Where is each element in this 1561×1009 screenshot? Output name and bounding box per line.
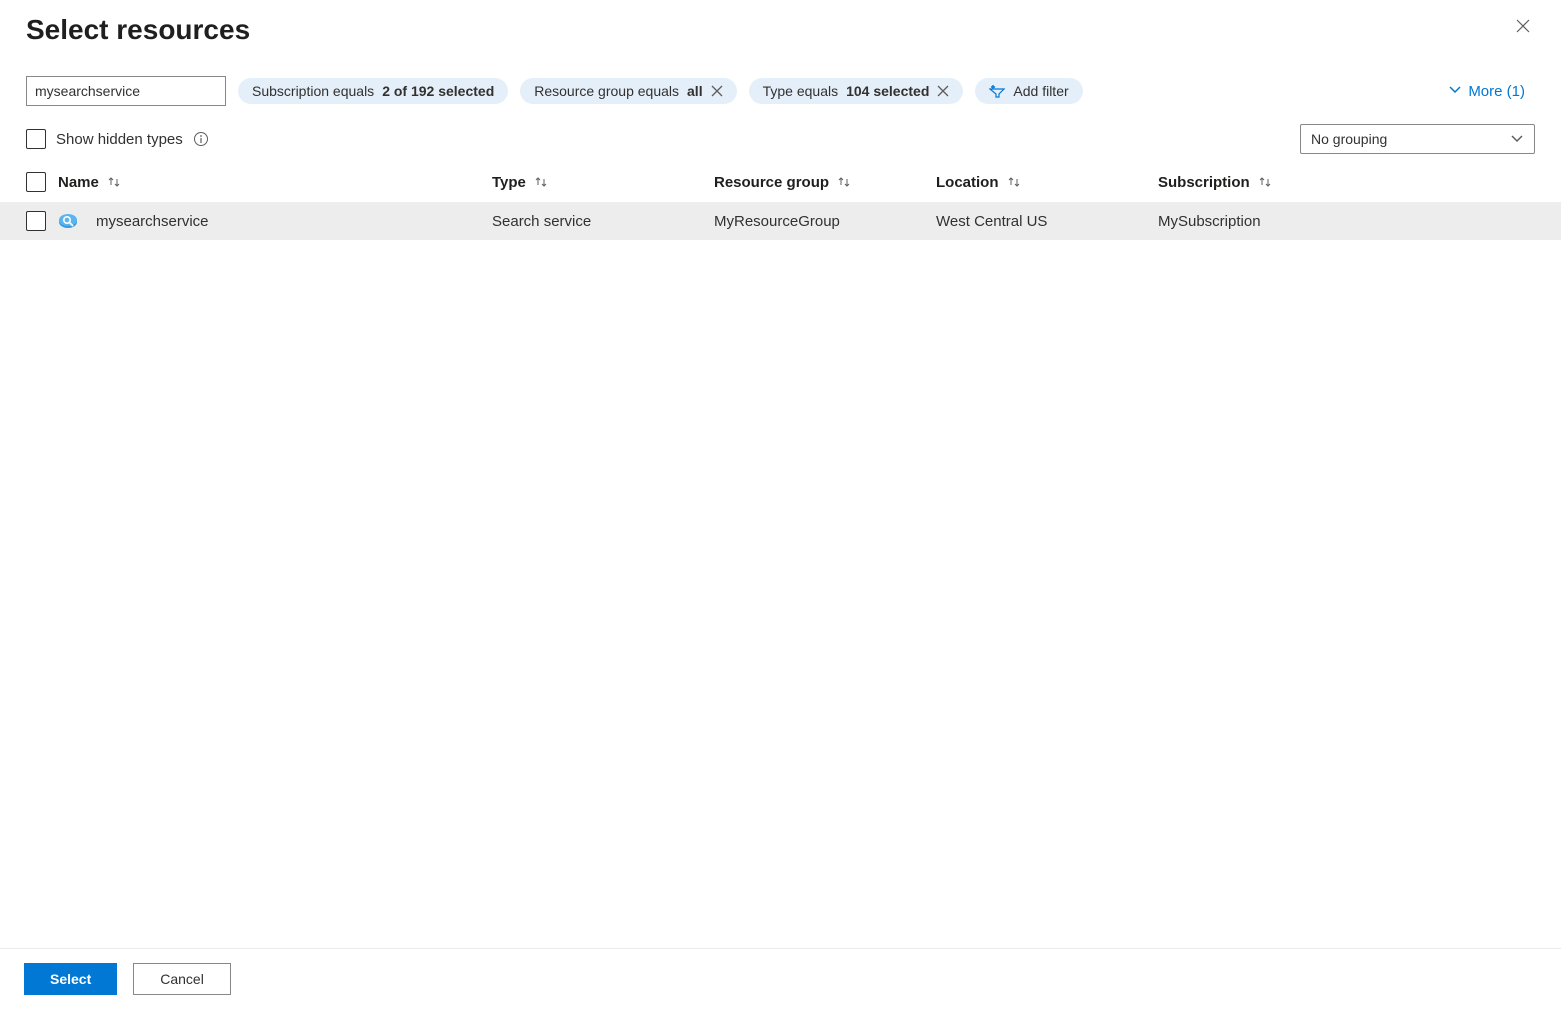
filter-pill-value: 104 selected <box>846 83 929 99</box>
column-header-name[interactable]: Name <box>58 174 492 191</box>
filter-pill-prefix: Resource group equals <box>534 83 679 99</box>
select-button[interactable]: Select <box>24 963 117 995</box>
grouping-dropdown[interactable]: No grouping <box>1300 124 1535 154</box>
column-header-type[interactable]: Type <box>492 174 714 191</box>
filter-pill-value: all <box>687 83 703 99</box>
cell-name: mysearchservice <box>96 213 209 230</box>
column-header-resource-group[interactable]: Resource group <box>714 174 936 191</box>
dismiss-icon[interactable] <box>711 85 723 97</box>
filter-pill-subscription[interactable]: Subscription equals 2 of 192 selected <box>238 78 508 104</box>
chevron-down-icon <box>1448 82 1462 100</box>
left-options: Show hidden types <box>26 129 209 149</box>
show-hidden-checkbox[interactable] <box>26 129 46 149</box>
sort-icon <box>534 175 548 189</box>
chevron-down-icon <box>1510 131 1524 148</box>
column-label: Location <box>936 174 999 191</box>
row-checkbox[interactable] <box>26 211 46 231</box>
filter-pill-type[interactable]: Type equals 104 selected <box>749 78 964 104</box>
sort-icon <box>1007 175 1021 189</box>
column-label: Type <box>492 174 526 191</box>
info-icon[interactable] <box>193 131 209 147</box>
panel-header: Select resources <box>0 0 1561 46</box>
cell-type: Search service <box>492 213 591 230</box>
sort-icon <box>837 175 851 189</box>
options-row: Show hidden types No grouping <box>0 106 1561 166</box>
dismiss-icon[interactable] <box>937 85 949 97</box>
search-service-icon <box>58 211 78 231</box>
filter-pill-prefix: Subscription equals <box>252 83 374 99</box>
sort-icon <box>1258 175 1272 189</box>
close-button[interactable] <box>1511 14 1535 38</box>
cell-location: West Central US <box>936 213 1047 230</box>
column-label: Resource group <box>714 174 829 191</box>
cancel-button[interactable]: Cancel <box>133 963 231 995</box>
cell-resource-group: MyResourceGroup <box>714 213 840 230</box>
column-header-subscription[interactable]: Subscription <box>1158 174 1535 191</box>
search-input[interactable] <box>26 76 226 106</box>
column-label: Subscription <box>1158 174 1250 191</box>
table-row[interactable]: mysearchservice Search service MyResourc… <box>0 202 1561 240</box>
filter-pill-value: 2 of 192 selected <box>382 83 494 99</box>
page-title: Select resources <box>26 14 250 46</box>
grouping-value: No grouping <box>1311 131 1387 147</box>
add-filter-button[interactable]: Add filter <box>975 78 1082 104</box>
column-label: Name <box>58 174 99 191</box>
add-filter-label: Add filter <box>1013 83 1068 99</box>
close-icon <box>1515 22 1531 37</box>
filter-icon <box>989 84 1005 98</box>
filter-pill-resource-group[interactable]: Resource group equals all <box>520 78 736 104</box>
filter-pill-prefix: Type equals <box>763 83 839 99</box>
table-header: Name Type Resource group Location Subscr… <box>0 166 1561 202</box>
cell-subscription: MySubscription <box>1158 213 1261 230</box>
sort-icon <box>107 175 121 189</box>
select-all-checkbox[interactable] <box>26 172 46 192</box>
more-filters-label: More (1) <box>1468 83 1525 100</box>
show-hidden-label: Show hidden types <box>56 131 183 148</box>
panel-footer: Select Cancel <box>0 948 1561 1009</box>
resource-table: Name Type Resource group Location Subscr… <box>0 166 1561 240</box>
column-header-location[interactable]: Location <box>936 174 1158 191</box>
more-filters-link[interactable]: More (1) <box>1448 82 1535 100</box>
filters-row: Subscription equals 2 of 192 selected Re… <box>0 46 1561 106</box>
